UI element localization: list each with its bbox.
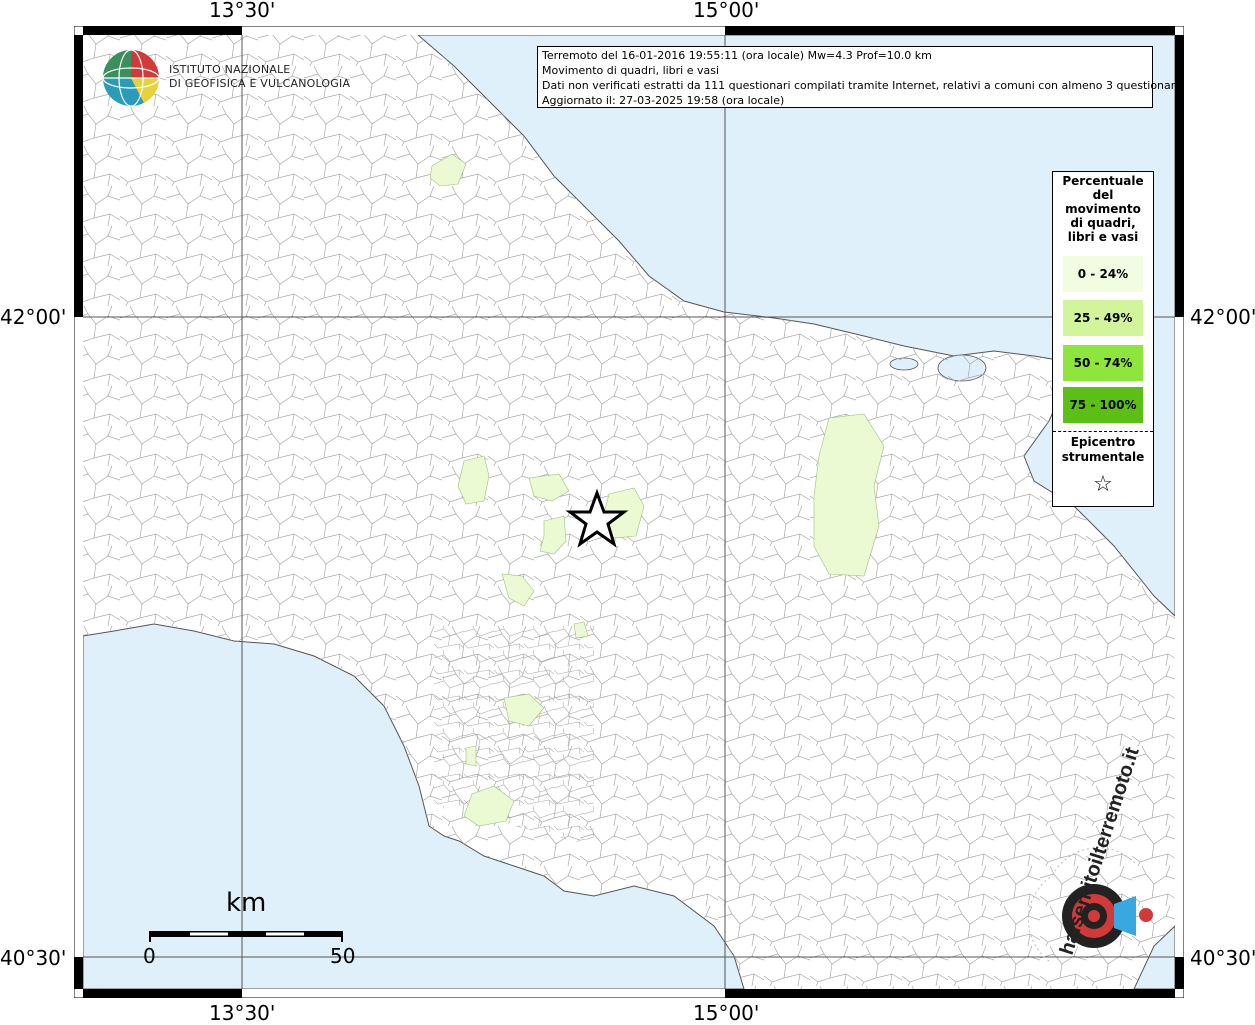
right-label-4030: 40°30' bbox=[1190, 946, 1255, 970]
right-label-4200: 42°00' bbox=[1190, 305, 1255, 329]
legend-title: Percentuale del movimento di quadri, lib… bbox=[1053, 172, 1153, 244]
legend-title-line: di quadri, bbox=[1070, 216, 1136, 230]
left-label-4200: 42°00' bbox=[0, 305, 67, 329]
legend-class-0-24: 0 - 24% bbox=[1063, 256, 1143, 292]
legend-title-line: del bbox=[1092, 188, 1114, 202]
scale-start: 0 bbox=[143, 944, 156, 968]
legend-separator bbox=[1053, 431, 1153, 432]
legend-epicenter-label: Epicentro strumentale bbox=[1053, 435, 1153, 465]
legend-epicenter-line: Epicentro bbox=[1070, 435, 1136, 449]
info-line-parameter: Movimento di quadri, libri e vasi bbox=[542, 64, 720, 77]
legend-class-75-100: 75 - 100% bbox=[1063, 387, 1143, 423]
legend-box: Percentuale del movimento di quadri, lib… bbox=[1052, 171, 1154, 507]
top-label-1330: 13°30' bbox=[209, 0, 276, 22]
info-line-updated: Aggiornato il: 27-03-2025 19:58 (ora loc… bbox=[542, 94, 785, 107]
ingv-logo-text: ISTITUTO NAZIONALE DI GEOFISICA E VULCAN… bbox=[169, 63, 350, 91]
ingv-name-line2: DI GEOFISICA E VULCANOLOGIA bbox=[169, 77, 351, 90]
scale-unit: km bbox=[226, 888, 267, 918]
legend-class-50-74: 50 - 74% bbox=[1063, 345, 1143, 381]
map-canvas[interactable]: haisentitoilterremoto.it bbox=[74, 26, 1184, 998]
earthquake-info-box: Terremoto del 16-01-2016 19:55:11 (ora l… bbox=[537, 46, 1182, 108]
bottom-label-1330: 13°30' bbox=[209, 1001, 276, 1025]
legend-title-line: Percentuale bbox=[1062, 174, 1144, 188]
bottom-label-1500: 15°00' bbox=[693, 1001, 760, 1025]
ingv-globe-icon bbox=[102, 49, 160, 107]
legend-epicenter-line: strumentale bbox=[1061, 450, 1145, 464]
ingv-name-line1: ISTITUTO NAZIONALE bbox=[169, 63, 291, 76]
top-label-1500: 15°00' bbox=[693, 0, 760, 22]
legend-star-icon: ☆ bbox=[1093, 472, 1113, 497]
legend-title-line: movimento bbox=[1065, 202, 1141, 216]
legend-title-line: libri e vasi bbox=[1067, 230, 1139, 244]
left-label-4030: 40°30' bbox=[0, 946, 67, 970]
info-line-source: Dati non verificati estratti da 111 ques… bbox=[542, 79, 1182, 92]
legend-class-25-49: 25 - 49% bbox=[1063, 300, 1143, 336]
scale-end: 50 bbox=[330, 944, 356, 968]
info-line-event: Terremoto del 16-01-2016 19:55:11 (ora l… bbox=[542, 49, 932, 62]
